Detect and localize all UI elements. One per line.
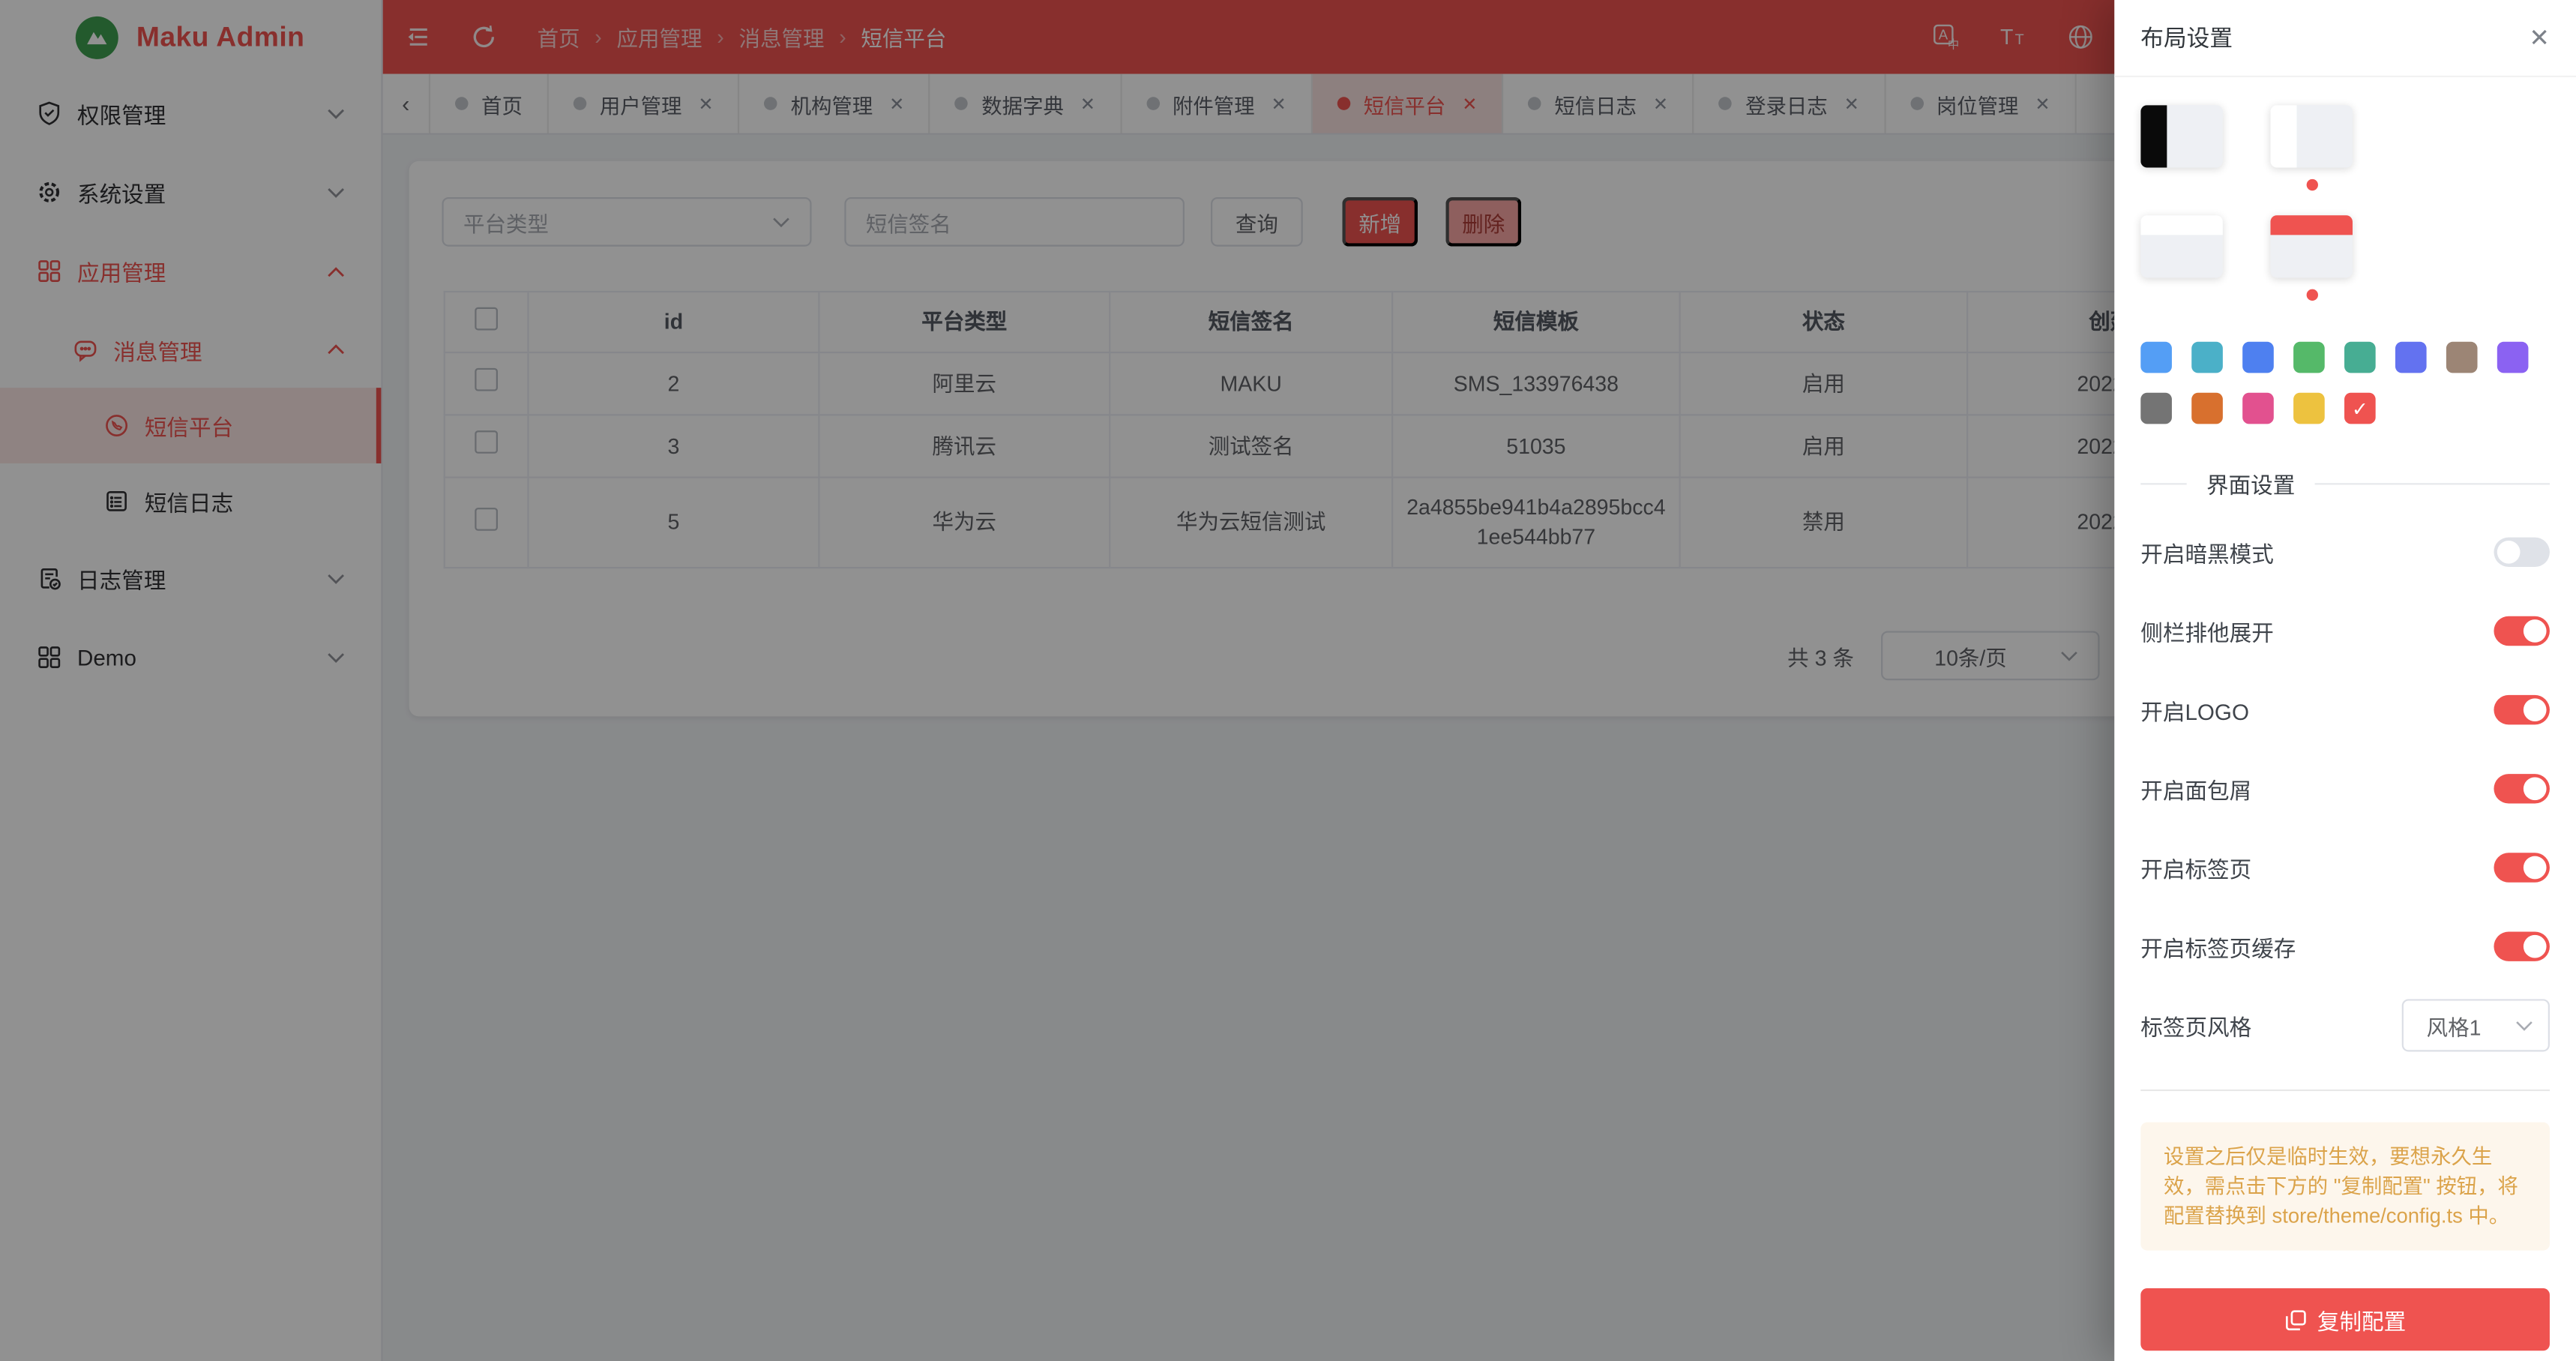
toggle-knob — [2524, 777, 2547, 800]
setting-label: 开启暗黑模式 — [2140, 535, 2273, 568]
setting-row: 开启面包屑 — [2140, 749, 2550, 828]
theme-color-swatch[interactable] — [2191, 393, 2223, 424]
setting-toggle[interactable] — [2494, 853, 2550, 882]
tab-style-value: 风格1 — [2427, 1010, 2482, 1042]
close-icon[interactable]: ✕ — [2529, 23, 2550, 52]
setting-toggle[interactable] — [2494, 931, 2550, 961]
setting-label: 开启标签页 — [2140, 851, 2251, 884]
setting-row: 侧栏排他展开 — [2140, 592, 2550, 670]
toggle-knob — [2497, 541, 2521, 564]
copy-icon — [2284, 1309, 2305, 1330]
setting-label: 开启LOGO — [2140, 694, 2249, 727]
setting-toggle[interactable] — [2494, 538, 2550, 567]
drawer-title: 布局设置 — [2140, 21, 2233, 54]
setting-toggle[interactable] — [2494, 616, 2550, 646]
layout-option-light-header[interactable] — [2140, 215, 2223, 277]
toggle-knob — [2524, 698, 2547, 721]
selected-dot — [2307, 289, 2318, 301]
setting-row: 开启暗黑模式 — [2140, 513, 2550, 592]
interface-settings: 开启暗黑模式侧栏排他展开开启LOGO 开启面包屑开启标签页开启标签页缓存 — [2140, 513, 2550, 986]
selected-dot — [2307, 179, 2318, 190]
copy-config-button[interactable]: 复制配置 — [2140, 1288, 2550, 1351]
theme-color-swatch[interactable] — [2191, 342, 2223, 373]
theme-color-palette: ✓ — [2140, 342, 2550, 424]
section-divider: 界面设置 — [2140, 466, 2550, 499]
layout-options — [2140, 105, 2353, 304]
theme-color-swatch[interactable] — [2293, 393, 2325, 424]
setting-toggle[interactable] — [2494, 695, 2550, 724]
light-header-preview — [2140, 215, 2223, 235]
theme-color-swatch[interactable] — [2395, 342, 2427, 373]
layout-option-primary-header[interactable] — [2270, 215, 2353, 277]
setting-toggle[interactable] — [2494, 774, 2550, 803]
theme-color-swatch[interactable]: ✓ — [2344, 393, 2376, 424]
toggle-knob — [2524, 619, 2547, 643]
theme-color-swatch[interactable] — [2242, 393, 2274, 424]
theme-color-swatch[interactable] — [2344, 342, 2376, 373]
toggle-knob — [2524, 856, 2547, 880]
light-sidebar-preview — [2270, 105, 2296, 167]
theme-color-swatch[interactable] — [2446, 342, 2478, 373]
chevron-down-icon — [2515, 1020, 2533, 1031]
setting-label: 开启标签页缓存 — [2140, 930, 2296, 963]
setting-label: 开启面包屑 — [2140, 772, 2251, 805]
setting-row: 开启LOGO — [2140, 670, 2550, 749]
setting-row: 开启标签页缓存 — [2140, 907, 2550, 986]
theme-color-swatch[interactable] — [2140, 393, 2172, 424]
theme-color-swatch[interactable] — [2293, 342, 2325, 373]
check-icon: ✓ — [2352, 397, 2368, 420]
dark-sidebar-preview — [2140, 105, 2167, 167]
primary-header-preview — [2270, 215, 2353, 235]
copy-config-label: 复制配置 — [2317, 1303, 2406, 1336]
tab-style-row: 标签页风格 风格1 — [2140, 986, 2550, 1065]
layout-option-dark-sidebar[interactable] — [2140, 105, 2223, 167]
divider — [2140, 1090, 2550, 1091]
theme-color-swatch[interactable] — [2140, 342, 2172, 373]
setting-row: 开启标签页 — [2140, 828, 2550, 907]
warning-note: 设置之后仅是临时生效，要想永久生效，需点击下方的 "复制配置" 按钮，将配置替换… — [2140, 1123, 2550, 1251]
tab-style-select[interactable]: 风格1 — [2402, 999, 2550, 1051]
section-title: 界面设置 — [2206, 466, 2295, 499]
toggle-knob — [2524, 935, 2547, 958]
tab-style-label: 标签页风格 — [2140, 1009, 2251, 1042]
layout-settings-drawer: 布局设置 ✕ ✓ 界面设置 开启暗黑模式侧栏排他展开开启LOGO 开启面包屑开启标… — [2114, 0, 2576, 1361]
setting-label: 侧栏排他展开 — [2140, 615, 2273, 648]
theme-color-swatch[interactable] — [2242, 342, 2274, 373]
layout-option-light-sidebar[interactable] — [2270, 105, 2353, 167]
page: Maku Admin 权限管理 系统设置 应用管理 — [0, 0, 2576, 1361]
theme-color-swatch[interactable] — [2497, 342, 2529, 373]
